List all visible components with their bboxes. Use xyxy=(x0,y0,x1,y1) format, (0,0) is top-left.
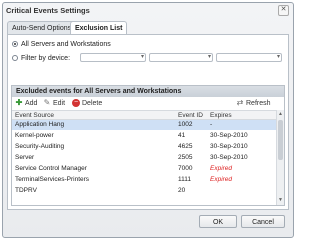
grid-scrollbar[interactable]: ▲ ▼ xyxy=(276,110,284,205)
expires-cell: - xyxy=(210,121,213,128)
device-select-1[interactable]: ▾ xyxy=(80,53,146,62)
all-servers-radio[interactable] xyxy=(12,41,18,47)
plus-icon: ✚ xyxy=(15,98,23,107)
event-source-cell: Kernel-power xyxy=(15,132,54,139)
chevron-down-icon: ▾ xyxy=(207,54,211,60)
grid-header: Event Source Event ID Expires xyxy=(12,110,276,120)
event-id-cell: 20 xyxy=(178,187,186,194)
filter-by-device-radio[interactable] xyxy=(12,55,18,61)
scroll-up-icon[interactable]: ▲ xyxy=(277,111,284,118)
expires-cell: 30-Sep-2010 xyxy=(210,154,248,161)
column-header-event-id[interactable]: Event ID xyxy=(178,111,203,120)
add-button[interactable]: ✚ Add xyxy=(15,98,38,108)
expires-cell: 30-Sep-2010 xyxy=(210,132,248,139)
pencil-icon: ✎ xyxy=(43,98,51,107)
all-servers-option[interactable]: All Servers and Workstations xyxy=(12,39,111,49)
table-row[interactable]: Security-Auditing 4625 30-Sep-2010 xyxy=(12,142,276,152)
refresh-label: Refresh xyxy=(246,99,271,107)
scroll-down-icon[interactable]: ▼ xyxy=(277,197,284,204)
grid-title: Excluded events for All Servers and Work… xyxy=(12,86,284,97)
exclusion-panel: All Servers and Workstations Filter by d… xyxy=(7,34,289,210)
minus-circle-icon: − xyxy=(72,99,80,107)
expires-cell: 30-Sep-2010 xyxy=(210,143,248,150)
table-row[interactable]: Service Control Manager 7000 Expired xyxy=(12,164,276,174)
scroll-thumb[interactable] xyxy=(278,120,283,160)
device-select-2[interactable]: ▾ xyxy=(149,53,213,62)
title-bar: Critical Events Settings ✕ xyxy=(3,3,293,18)
table-row[interactable]: Application Hang 1002 - xyxy=(12,120,276,130)
event-source-cell: TerminalServices-Printers xyxy=(15,176,90,183)
table-row[interactable]: Kernel-power 41 30-Sep-2010 xyxy=(12,131,276,141)
tab-auto-send-options[interactable]: Auto-Send Options xyxy=(7,21,77,35)
dialog-title: Critical Events Settings xyxy=(6,6,90,15)
cancel-button[interactable]: Cancel xyxy=(241,215,285,228)
excluded-events-grid: Excluded events for All Servers and Work… xyxy=(11,85,285,206)
table-row[interactable]: TerminalServices-Printers 1111 Expired xyxy=(12,175,276,185)
expires-cell: Expired xyxy=(210,176,233,183)
chevron-down-icon: ▾ xyxy=(276,54,280,60)
table-row[interactable]: Server 2505 30-Sep-2010 xyxy=(12,153,276,163)
event-id-cell: 7000 xyxy=(178,165,193,172)
chevron-down-icon: ▾ xyxy=(140,54,144,60)
event-id-cell: 1111 xyxy=(178,176,192,183)
filter-by-device-option[interactable]: Filter by device: xyxy=(12,53,70,63)
table-row[interactable]: TDPRV 20 xyxy=(12,186,276,196)
filter-by-device-label: Filter by device: xyxy=(21,54,71,62)
expires-cell: Expired xyxy=(210,165,233,172)
edit-label: Edit xyxy=(53,99,66,107)
close-icon[interactable]: ✕ xyxy=(278,5,289,16)
device-select-3[interactable]: ▾ xyxy=(216,53,282,62)
grid-toolbar: ✚ Add ✎ Edit − Delete ⇄ Refresh xyxy=(12,97,284,110)
critical-events-dialog: Critical Events Settings ✕ Auto-Send Opt… xyxy=(2,2,294,238)
event-source-cell: Service Control Manager xyxy=(15,165,87,172)
delete-label: Delete xyxy=(82,99,103,107)
add-label: Add xyxy=(25,99,38,107)
grid-rows: Application Hang 1002 - Kernel-power 41 … xyxy=(12,120,276,205)
event-source-cell: Application Hang xyxy=(15,121,65,128)
event-id-cell: 41 xyxy=(178,132,186,139)
event-id-cell: 2505 xyxy=(178,154,193,161)
event-id-cell: 4625 xyxy=(178,143,193,150)
delete-button[interactable]: − Delete xyxy=(72,98,102,108)
event-source-cell: Security-Auditing xyxy=(15,143,65,150)
event-source-cell: Server xyxy=(15,154,35,161)
column-header-expires[interactable]: Expires xyxy=(210,111,232,120)
event-source-cell: TDPRV xyxy=(15,187,37,194)
column-header-event-source[interactable]: Event Source xyxy=(15,111,54,120)
event-id-cell: 1002 xyxy=(178,121,193,128)
all-servers-label: All Servers and Workstations xyxy=(21,40,111,48)
refresh-icon: ⇄ xyxy=(236,98,244,107)
ok-button[interactable]: OK xyxy=(199,215,237,228)
refresh-button[interactable]: ⇄ Refresh xyxy=(236,98,271,108)
edit-button[interactable]: ✎ Edit xyxy=(43,98,65,108)
